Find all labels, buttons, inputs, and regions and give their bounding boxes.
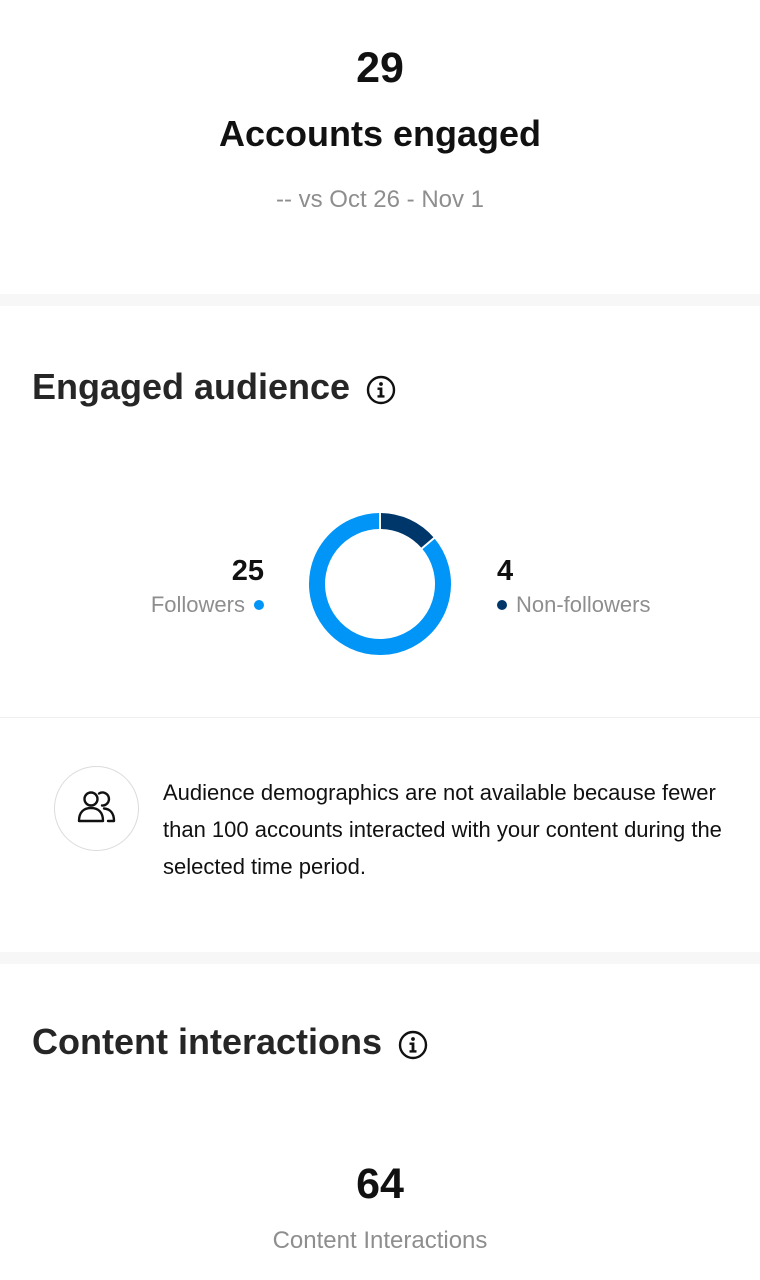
content-interactions-label: Content Interactions	[272, 1227, 488, 1254]
section-separator	[0, 294, 760, 306]
followers-stat: 25 Followers	[151, 554, 264, 618]
accounts-engaged-label: Accounts engaged	[218, 113, 542, 154]
people-icon	[75, 787, 119, 830]
section-separator	[0, 952, 760, 964]
followers-count: 25	[231, 555, 264, 587]
non-followers-segment	[379, 513, 435, 549]
divider	[0, 717, 760, 718]
non-followers-legend-dot	[497, 600, 507, 610]
non-followers-label: Non-followers	[516, 592, 651, 617]
accounts-engaged-count: 29	[356, 44, 404, 92]
audience-donut-chart	[308, 512, 452, 656]
followers-label: Followers	[150, 592, 245, 617]
followers-legend-dot	[254, 600, 264, 610]
engaged-audience-header: Engaged audience	[32, 366, 396, 408]
info-icon[interactable]	[366, 372, 396, 405]
info-icon[interactable]	[398, 1027, 428, 1060]
content-interactions-title: Content interactions	[32, 1021, 383, 1062]
non-followers-stat: 4 Non-followers	[497, 554, 651, 618]
accounts-engaged-summary: 29 Accounts engaged -- vs Oct 26 - Nov 1	[0, 0, 760, 294]
comparison-period: -- vs Oct 26 - Nov 1	[275, 186, 485, 213]
content-interactions-header: Content interactions	[32, 1021, 428, 1063]
content-interactions-summary: 64 Content Interactions	[0, 1160, 760, 1255]
demographics-note: Audience demographics are not available …	[163, 780, 722, 879]
non-followers-count: 4	[497, 555, 514, 587]
demographics-icon-badge	[54, 766, 139, 851]
content-interactions-count: 64	[356, 1160, 404, 1208]
engaged-audience-title: Engaged audience	[32, 366, 351, 407]
